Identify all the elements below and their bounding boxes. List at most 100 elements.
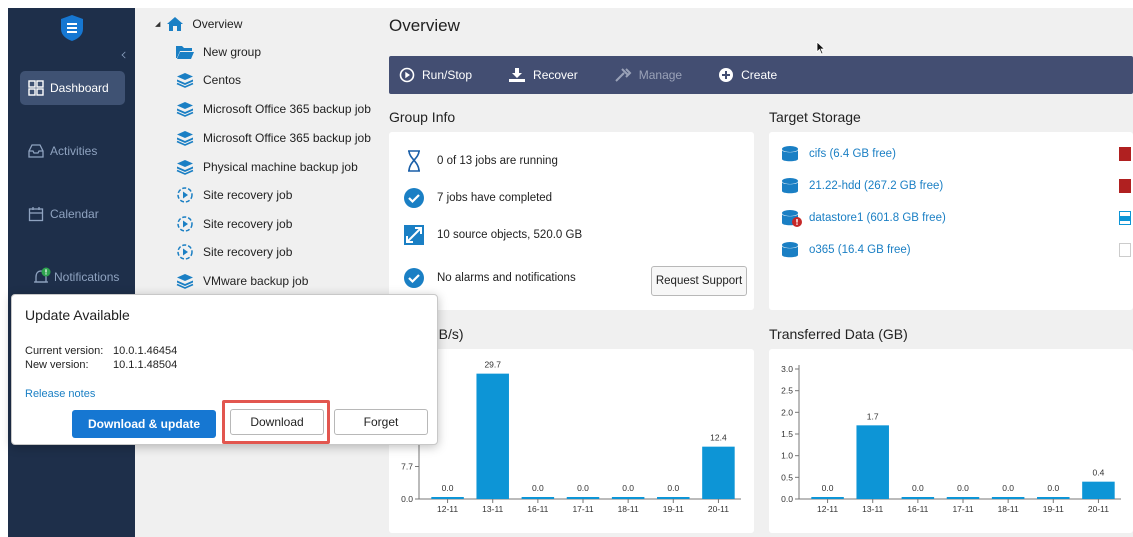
x-tick-label: 18-11 [998, 504, 1019, 514]
bar-value-label: 1.7 [867, 411, 879, 421]
y-tick-label: 0.5 [781, 472, 793, 482]
sidebar: Dashboard Activities Calendar Notificati… [8, 8, 135, 537]
y-tick-label: 1.0 [781, 451, 793, 461]
tree-item-vmware-job[interactable]: VMware backup job [175, 267, 308, 295]
bar[interactable] [566, 497, 600, 499]
storage-usage-bar [1119, 243, 1131, 257]
bar[interactable] [946, 497, 980, 499]
sidebar-item-activities[interactable]: Activities [20, 134, 125, 168]
request-support-button[interactable]: Request Support [651, 266, 747, 296]
new-version-row: New version: 10.1.1.48504 [25, 359, 177, 371]
job-tree: ◢ Overview New group Centos Microsoft Of… [135, 8, 371, 537]
check-circle-icon [404, 268, 424, 288]
x-tick-label: 18-11 [618, 504, 639, 514]
manage-button[interactable]: Manage [614, 67, 682, 83]
create-button[interactable]: Create [718, 67, 777, 83]
storage-label: datastore1 (601.8 GB free) [809, 212, 946, 224]
bar-value-label: 0.0 [442, 483, 454, 493]
collapse-sidebar-icon[interactable] [121, 51, 129, 59]
tree-item-label: Site recovery job [203, 188, 293, 202]
sidebar-item-dashboard[interactable]: Dashboard [20, 71, 125, 105]
home-icon [167, 17, 184, 31]
storage-item-21-22-hdd[interactable]: 21.22-hdd (267.2 GB free) [781, 177, 1131, 195]
bar[interactable] [1082, 481, 1115, 499]
stack-icon [176, 102, 194, 117]
y-tick-label: 0.0 [781, 494, 793, 504]
transferred-chart-card: 0.0 0.5 1.0 1.5 2.0 2.5 3.0 0.0 12-11 1.7 13-11 0.0… [769, 349, 1133, 533]
stack-icon [176, 73, 194, 88]
storage-usage-bar [1119, 179, 1131, 193]
bar[interactable] [657, 497, 690, 499]
tree-item-centos[interactable]: Centos [175, 66, 241, 94]
bar[interactable] [611, 497, 645, 499]
sidebar-item-calendar[interactable]: Calendar [20, 197, 125, 231]
current-version-label: Current version: [25, 345, 104, 357]
bar-value-label: 29.7 [484, 360, 501, 370]
tree-item-o365-job-1[interactable]: Microsoft Office 365 backup job [175, 95, 371, 123]
manage-label: Manage [638, 68, 683, 82]
sidebar-item-label: Activities [50, 144, 98, 158]
x-tick-label: 17-11 [952, 504, 973, 514]
x-tick-label: 16-11 [527, 504, 548, 514]
mouse-cursor-icon [816, 41, 826, 55]
site-recovery-icon [177, 216, 193, 232]
group-info-title: Group Info [389, 109, 456, 125]
tree-item-o365-job-2[interactable]: Microsoft Office 365 backup job [175, 124, 371, 152]
bar[interactable] [991, 497, 1025, 499]
expand-triangle-icon[interactable]: ◢ [155, 20, 160, 28]
current-version-row: Current version: 10.0.1.46454 [25, 345, 177, 357]
inbox-icon [28, 144, 44, 158]
tree-item-label: Site recovery job [203, 217, 293, 231]
storage-item-datastore1[interactable]: datastore1 (601.8 GB free) [781, 209, 1131, 227]
database-icon [782, 146, 798, 162]
bar-value-label: 0.0 [577, 483, 589, 493]
tree-item-site-recovery-2[interactable]: Site recovery job [175, 210, 292, 238]
site-recovery-icon [177, 187, 193, 203]
stack-icon [176, 131, 194, 146]
download-and-update-button[interactable]: Download & update [72, 410, 216, 438]
tree-item-label: Microsoft Office 365 backup job [203, 131, 371, 145]
main-panel: Overview Run/Stop Recover Manage Create … [371, 8, 1133, 537]
bar[interactable] [431, 497, 464, 499]
x-tick-label: 13-11 [862, 504, 883, 514]
sidebar-item-label: Notifications [54, 270, 120, 284]
bar-value-label: 0.0 [822, 483, 834, 493]
sidebar-item-label: Dashboard [50, 81, 109, 95]
run-stop-button[interactable]: Run/Stop [399, 67, 472, 83]
download-button[interactable]: Download [230, 409, 324, 435]
tree-item-site-recovery-1[interactable]: Site recovery job [175, 181, 292, 209]
database-icon [782, 178, 798, 194]
bar[interactable] [476, 373, 509, 499]
forget-button[interactable]: Forget [334, 409, 428, 435]
bar-value-label: 0.0 [1047, 483, 1059, 493]
x-tick-label: 17-11 [572, 504, 593, 514]
recover-label: Recover [533, 68, 578, 82]
y-tick-label: 7.7 [401, 462, 413, 472]
storage-item-cifs[interactable]: cifs (6.4 GB free) [781, 145, 1131, 163]
bar[interactable] [856, 425, 889, 499]
recover-button[interactable]: Recover [508, 67, 578, 83]
sidebar-item-notifications[interactable]: Notifications [20, 260, 125, 294]
bar-value-label: 0.0 [1002, 483, 1014, 493]
bar[interactable] [702, 446, 735, 499]
tree-item-label: VMware backup job [203, 274, 309, 288]
tree-item-overview[interactable]: ◢ Overview [155, 10, 242, 38]
bar[interactable] [521, 497, 555, 499]
info-row-running: 0 of 13 jobs are running [403, 150, 558, 172]
tree-item-site-recovery-3[interactable]: Site recovery job [175, 238, 292, 266]
tree-item-new-group[interactable]: New group [175, 38, 261, 66]
group-info-card: 0 of 13 jobs are running 7 jobs have com… [389, 132, 754, 310]
bar[interactable] [811, 497, 844, 499]
calendar-icon [28, 207, 44, 222]
bar[interactable] [901, 497, 935, 499]
tree-item-physical-job[interactable]: Physical machine backup job [175, 153, 358, 181]
tree-item-label: Centos [203, 73, 242, 87]
bar-value-label: 0.0 [532, 483, 544, 493]
bar[interactable] [1037, 497, 1070, 499]
release-notes-link[interactable]: Release notes [25, 388, 95, 400]
plus-circle-icon [719, 68, 734, 82]
download-tray-icon [509, 68, 526, 82]
target-storage-card: cifs (6.4 GB free) 21.22-hdd (267.2 GB f… [769, 132, 1133, 310]
storage-item-o365[interactable]: o365 (16.4 GB free) [781, 241, 1131, 259]
hourglass-icon [408, 150, 420, 172]
